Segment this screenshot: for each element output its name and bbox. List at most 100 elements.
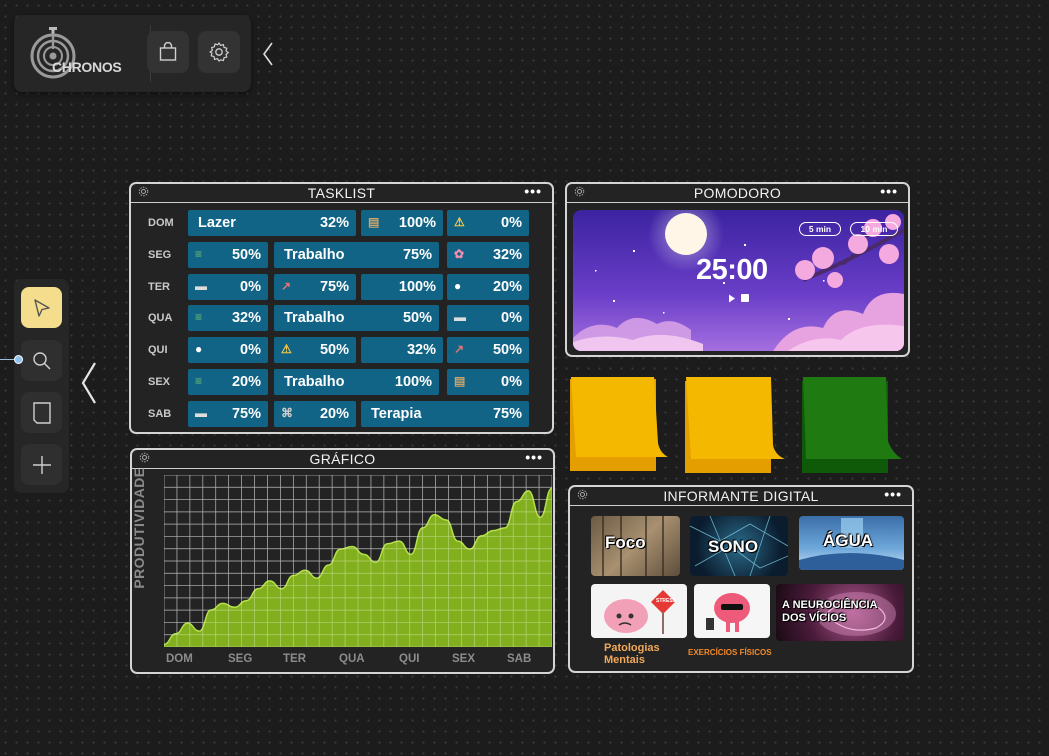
task-cell[interactable]: Terapia 75%: [361, 400, 529, 427]
shop-button[interactable]: [147, 31, 189, 73]
card-exercicios-fisicos[interactable]: [694, 584, 770, 638]
task-percent: 20%: [492, 278, 522, 295]
5-min-option[interactable]: 5 min: [799, 222, 841, 236]
tasklist-widget: TASKLIST ••• DOM Lazer 32% ▤ 100% ⚠ 0% SEG ≡ 50% T…: [129, 182, 554, 434]
task-cell[interactable]: Trabalho 100%: [274, 369, 439, 395]
more-menu-icon[interactable]: •••: [884, 486, 902, 502]
search-tool-button[interactable]: [21, 340, 62, 381]
pomodoro-night-scene: 5 min 10 min 25:00: [573, 210, 904, 351]
task-cell[interactable]: Trabalho 75%: [274, 241, 439, 268]
task-cell[interactable]: ↗ 75%: [274, 273, 356, 300]
gamepad-icon: ⌘: [281, 405, 293, 420]
task-cell[interactable]: 32%: [361, 337, 443, 364]
task-label: Trabalho: [284, 310, 345, 327]
task-percent: 20%: [231, 374, 261, 390]
task-cell[interactable]: ▬ 75%: [188, 400, 268, 427]
tasklist-title: TASKLIST: [307, 185, 376, 201]
task-percent: 0%: [240, 342, 261, 359]
task-cell[interactable]: ≡ 20%: [188, 369, 268, 395]
task-cell[interactable]: Lazer 32%: [188, 210, 356, 236]
toolbar-collapse-chevron-left-icon[interactable]: [262, 42, 274, 66]
flower-icon: ✿: [454, 246, 465, 261]
task-cell[interactable]: ↗ 50%: [447, 337, 529, 364]
card-patologias-mentais[interactable]: STRESS: [591, 584, 687, 638]
play-icon[interactable]: [728, 294, 736, 303]
task-percent: 32%: [406, 342, 436, 359]
task-percent: 50%: [492, 342, 522, 359]
tool-rail: [14, 279, 69, 493]
task-percent: 0%: [240, 278, 261, 295]
select-tool-button[interactable]: [21, 287, 62, 328]
chart-svg: [163, 474, 553, 648]
task-cell[interactable]: ≡ 32%: [188, 305, 268, 332]
pomodoro-widget: POMODORO ••• 5 min 10 min 25:00: [565, 182, 910, 357]
day-label: SAB: [148, 407, 172, 420]
task-percent: 0%: [501, 215, 522, 231]
task-cell[interactable]: ▤ 100%: [361, 210, 443, 236]
more-menu-icon[interactable]: •••: [880, 183, 898, 199]
rail-collapse-chevron-left-icon[interactable]: [80, 361, 98, 405]
y-axis-label: PRODUTIVIDADE: [131, 467, 147, 589]
task-cell[interactable]: ▬ 0%: [188, 273, 268, 300]
sticky-note-yellow-1[interactable]: [568, 373, 672, 473]
note-tool-button[interactable]: [21, 392, 62, 433]
more-menu-icon[interactable]: •••: [524, 183, 542, 199]
task-cell[interactable]: ≡ 50%: [188, 241, 268, 268]
sticky-note-yellow-2[interactable]: [683, 375, 787, 475]
x-tick-label: TER: [283, 653, 306, 665]
gear-icon: [209, 42, 229, 62]
caption-exercicios: EXERCÍCIOS FÍSICOS: [688, 648, 772, 657]
task-percent: 100%: [398, 278, 436, 295]
task-cell[interactable]: ● 0%: [188, 337, 268, 364]
task-percent: 32%: [492, 246, 522, 263]
grafico-title: GRÁFICO: [309, 451, 376, 467]
productivity-chart: [163, 474, 553, 648]
task-cell[interactable]: Trabalho 50%: [274, 305, 439, 332]
task-percent: 20%: [319, 405, 349, 422]
grafico-widget: GRÁFICO ••• PRODUTIVIDADE DOM SEG TER QUA QU…: [130, 448, 555, 674]
x-tick-label: SEX: [452, 653, 476, 665]
more-menu-icon[interactable]: •••: [525, 449, 543, 465]
card-sono[interactable]: SONO: [690, 516, 788, 576]
books-icon: ≡: [195, 310, 203, 325]
search-icon: [32, 351, 51, 370]
soccer-ball-icon: ●: [454, 278, 462, 293]
task-percent: 32%: [319, 215, 349, 231]
stop-icon[interactable]: [741, 294, 749, 302]
tasklist-header: TASKLIST •••: [131, 183, 552, 203]
warning-icon: ⚠: [454, 215, 465, 229]
task-cell[interactable]: ⚠ 50%: [274, 337, 356, 364]
task-percent: 75%: [492, 405, 522, 422]
card-foco[interactable]: Foco: [591, 516, 680, 576]
task-cell[interactable]: ▬ 0%: [447, 305, 529, 332]
plus-icon: [32, 455, 51, 474]
task-cell[interactable]: ✿ 32%: [447, 241, 529, 268]
task-percent: 75%: [402, 246, 432, 263]
card-agua-label: ÁGUA: [823, 531, 874, 550]
task-cell[interactable]: ▤ 0%: [447, 369, 529, 395]
laptop-icon: ▬: [195, 405, 207, 420]
sticky-note-green[interactable]: [800, 375, 904, 475]
task-cell[interactable]: ● 20%: [447, 273, 529, 300]
connector-handle[interactable]: [14, 355, 23, 364]
task-cell[interactable]: 100%: [361, 273, 443, 300]
task-label: Trabalho: [284, 246, 345, 263]
task-label: Terapia: [371, 405, 422, 422]
task-percent: 0%: [501, 310, 522, 327]
10-min-option[interactable]: 10 min: [850, 222, 898, 236]
task-cell[interactable]: ⌘ 20%: [274, 400, 356, 427]
informante-widget: INFORMANTE DIGITAL ••• Foco SONO ÁGUA ST…: [568, 485, 914, 673]
card-agua[interactable]: ÁGUA: [799, 516, 904, 570]
settings-button[interactable]: [198, 31, 240, 73]
task-percent: 50%: [319, 342, 349, 359]
card-neurociencia-dos-vicios[interactable]: A NEUROCIÊNCIA DOS VÍCIOS: [776, 584, 904, 641]
card-neurociencia-label: A NEUROCIÊNCIA DOS VÍCIOS: [782, 599, 878, 624]
x-tick-label: QUA: [339, 653, 365, 665]
add-tool-button[interactable]: [21, 444, 62, 485]
books-icon: ≡: [195, 246, 203, 261]
task-percent: 0%: [501, 374, 522, 390]
task-percent: 100%: [394, 374, 432, 390]
chronos-logo[interactable]: CHRONOS: [30, 27, 142, 79]
day-label: SEG: [148, 248, 172, 261]
task-cell[interactable]: ⚠ 0%: [447, 210, 529, 236]
